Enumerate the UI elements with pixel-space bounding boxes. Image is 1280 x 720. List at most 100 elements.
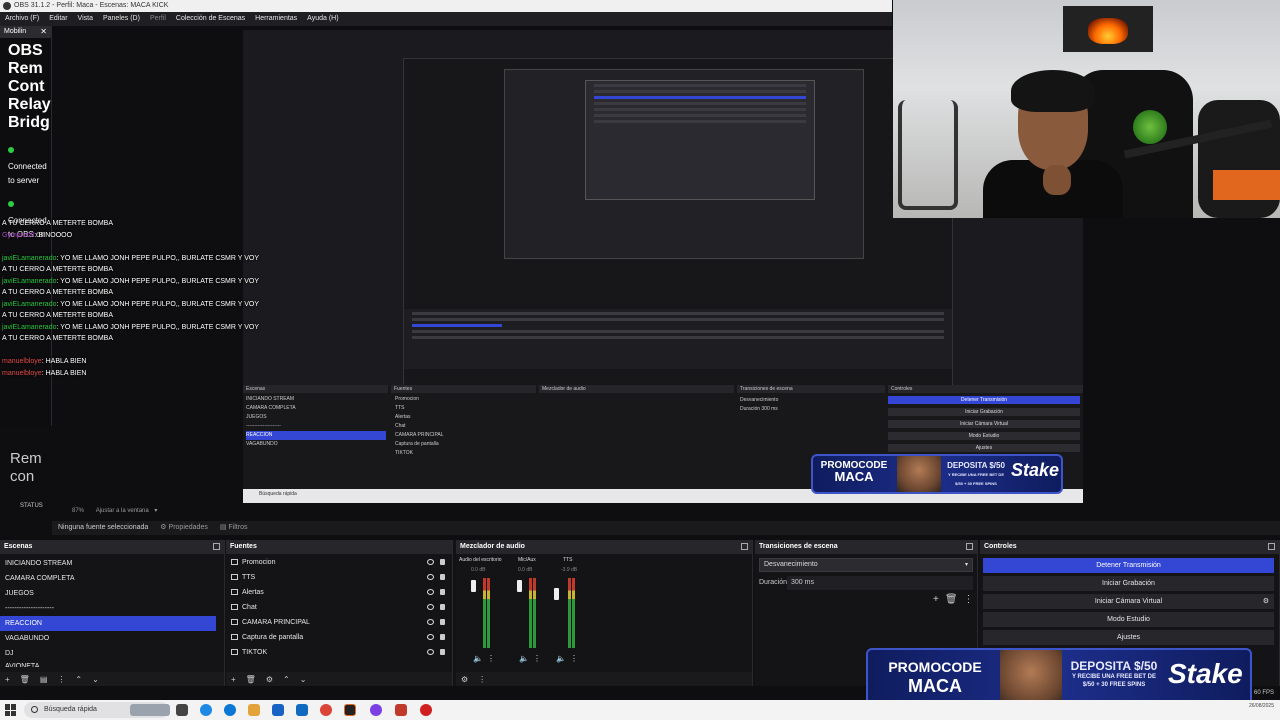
filters-button[interactable]: ▤ Filtros	[214, 521, 254, 535]
undock-icon[interactable]	[213, 543, 220, 550]
stop-stream-button[interactable]: Detener Transmisión	[983, 558, 1274, 573]
trash-icon[interactable]: 🗑	[945, 594, 958, 605]
close-icon[interactable]: ✕	[40, 26, 47, 38]
scene-item-selected[interactable]: REACCION	[0, 616, 216, 631]
scene-item[interactable]: DJ	[0, 646, 224, 661]
undock-icon[interactable]	[741, 543, 748, 550]
browser-icon[interactable]	[224, 704, 236, 716]
preview-ad-banner: PROMOCODE MACA DEPOSITA $/50 Y RECIBE UN…	[811, 454, 1063, 494]
scene-item[interactable]: INICIANDO STREAM	[0, 556, 224, 571]
preview-scene-item: VAGABUNDO	[246, 441, 278, 447]
menu-vista[interactable]: Vista	[73, 12, 98, 26]
menu-perfil[interactable]: Perfil	[145, 12, 171, 26]
source-item[interactable]: Captura de pantalla	[226, 630, 452, 645]
undock-icon[interactable]	[1268, 543, 1275, 550]
scene-item[interactable]: CAMARA COMPLETA	[0, 571, 224, 586]
lock-icon[interactable]	[440, 559, 445, 565]
preview-control-button: Detener Transmisión	[888, 396, 1080, 404]
down-icon[interactable]: ⌄	[295, 675, 312, 684]
scene-item[interactable]: JUEGOS	[0, 586, 224, 601]
eye-icon[interactable]	[427, 604, 434, 610]
add-icon[interactable]: +	[933, 594, 939, 605]
more-icon[interactable]: ⋮	[533, 654, 541, 663]
eye-icon[interactable]	[427, 649, 434, 655]
lock-icon[interactable]	[440, 619, 445, 625]
app-icon[interactable]	[296, 704, 308, 716]
source-item[interactable]: TIKTOK	[226, 645, 452, 660]
eye-icon[interactable]	[427, 634, 434, 640]
more-icon[interactable]: ⋮	[473, 675, 491, 684]
menu-paneles[interactable]: Paneles (D)	[98, 12, 145, 26]
undock-icon[interactable]	[966, 543, 973, 550]
add-icon[interactable]: +	[226, 675, 241, 684]
app-icon[interactable]	[395, 704, 407, 716]
add-icon[interactable]: +	[0, 675, 15, 684]
menu-coleccion[interactable]: Colección de Escenas	[171, 12, 250, 26]
widget-icon[interactable]	[130, 704, 170, 716]
chevron-down-icon[interactable]: ▾	[154, 508, 157, 514]
menu-archivo[interactable]: Archivo (F)	[0, 12, 44, 26]
scenes-dock: Escenas INICIANDO STREAM CAMARA COMPLETA…	[0, 540, 225, 686]
source-item[interactable]: Promocion	[226, 555, 452, 570]
scene-item[interactable]: AVIONETA	[0, 661, 224, 667]
discord-icon[interactable]	[370, 704, 382, 716]
menu-herramientas[interactable]: Herramientas	[250, 12, 302, 26]
gear-icon[interactable]: ⚙	[456, 675, 473, 684]
speaker-icon[interactable]: 🔈	[556, 654, 566, 663]
duration-input[interactable]: 300 ms	[787, 576, 973, 590]
trash-icon[interactable]: 🗑	[241, 675, 261, 684]
eye-icon[interactable]	[427, 559, 434, 565]
transition-select[interactable]: Desvanecimiento ▾	[759, 558, 973, 572]
task-view-icon[interactable]	[176, 704, 188, 716]
up-icon[interactable]: ⌃	[70, 675, 87, 684]
eye-icon[interactable]	[427, 589, 434, 595]
lock-icon[interactable]	[440, 604, 445, 610]
obs-app-icon[interactable]	[344, 704, 356, 716]
source-item[interactable]: Alertas	[226, 585, 452, 600]
virtual-camera-button[interactable]: Iniciar Cámara Virtual ⚙	[983, 594, 1274, 609]
filter-icon[interactable]: ▤	[35, 675, 53, 684]
more-icon[interactable]: ⋮	[570, 654, 578, 663]
preview-control-button: Iniciar Cámara Virtual	[888, 420, 1080, 428]
edge-icon[interactable]	[200, 704, 212, 716]
volume-fader[interactable]	[554, 588, 559, 600]
gear-icon[interactable]: ⚙	[1263, 594, 1269, 609]
up-icon[interactable]: ⌃	[278, 675, 295, 684]
more-icon[interactable]: ⋮	[964, 594, 974, 605]
down-icon[interactable]: ⌄	[87, 675, 104, 684]
eye-icon[interactable]	[427, 619, 434, 625]
scene-item[interactable]: ---------------------	[0, 601, 224, 616]
source-item[interactable]: CAMARA PRINCIPAL	[226, 615, 452, 630]
source-item[interactable]: Chat	[226, 600, 452, 615]
source-item[interactable]: TTS	[226, 570, 452, 585]
lock-icon[interactable]	[440, 634, 445, 640]
more-icon[interactable]: ⋮	[52, 675, 70, 684]
menu-ayuda[interactable]: Ayuda (H)	[302, 12, 343, 26]
lock-icon[interactable]	[440, 649, 445, 655]
trash-icon[interactable]: 🗑	[15, 675, 35, 684]
zoom-level[interactable]: 87%	[72, 508, 84, 514]
start-recording-button[interactable]: Iniciar Grabación	[983, 576, 1274, 591]
speaker-icon[interactable]: 🔈	[473, 654, 483, 663]
more-icon[interactable]: ⋮	[487, 654, 495, 663]
speaker-icon[interactable]: 🔈	[519, 654, 529, 663]
fit-window[interactable]: Ajustar a la ventana	[96, 508, 149, 514]
eye-icon[interactable]	[427, 574, 434, 580]
scene-item[interactable]: VAGABUNDO	[0, 631, 224, 646]
start-icon[interactable]	[5, 704, 17, 716]
folder-icon[interactable]	[248, 704, 260, 716]
lock-icon[interactable]	[440, 574, 445, 580]
volume-fader[interactable]	[471, 580, 476, 592]
preview-control-button: Modo Estudio	[888, 432, 1080, 440]
chrome-icon[interactable]	[320, 704, 332, 716]
properties-button[interactable]: ⚙ Propiedades	[154, 521, 214, 535]
volume-fader[interactable]	[517, 580, 522, 592]
app-icon[interactable]	[420, 704, 432, 716]
store-icon[interactable]	[272, 704, 284, 716]
studio-mode-button[interactable]: Modo Estudio	[983, 612, 1274, 627]
gear-icon[interactable]: ⚙	[261, 675, 278, 684]
menu-editar[interactable]: Editar	[44, 12, 72, 26]
settings-button[interactable]: Ajustes	[983, 630, 1274, 645]
status-label: STATUS	[20, 503, 43, 509]
lock-icon[interactable]	[440, 589, 445, 595]
